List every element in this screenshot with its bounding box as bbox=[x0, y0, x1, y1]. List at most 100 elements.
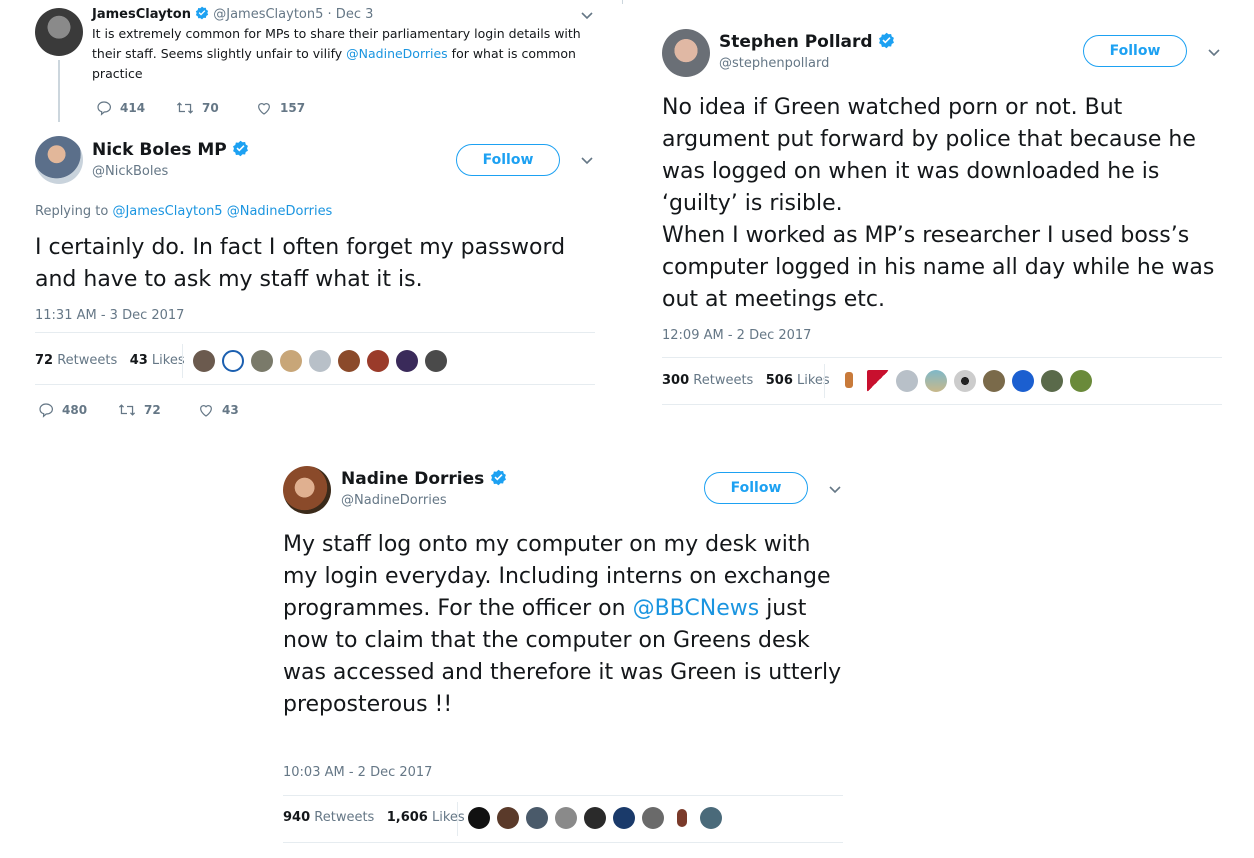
tweet-timestamp[interactable]: 10:03 AM - 2 Dec 2017 bbox=[283, 765, 432, 780]
author-name[interactable]: Nick Boles MP bbox=[92, 140, 227, 160]
parent-retweet-action[interactable]: 70 bbox=[176, 100, 219, 116]
avatar[interactable] bbox=[613, 807, 635, 829]
reply-icon bbox=[97, 101, 112, 116]
avatar[interactable] bbox=[193, 350, 215, 372]
divider bbox=[662, 357, 1222, 358]
divider bbox=[182, 344, 183, 378]
divider bbox=[457, 802, 458, 836]
avatar[interactable] bbox=[468, 807, 490, 829]
avatar[interactable] bbox=[555, 807, 577, 829]
avatar[interactable] bbox=[1041, 370, 1063, 392]
avatar[interactable] bbox=[867, 370, 889, 392]
divider bbox=[35, 332, 595, 333]
verified-badge-icon bbox=[233, 140, 249, 157]
author-header: Stephen Pollard bbox=[719, 32, 895, 52]
author-handle[interactable]: @stephenpollard bbox=[719, 56, 829, 71]
likers-avatars bbox=[468, 807, 728, 831]
divider bbox=[283, 795, 843, 796]
divider bbox=[824, 364, 825, 398]
chevron-down-icon[interactable] bbox=[1207, 47, 1221, 57]
avatar[interactable] bbox=[642, 807, 664, 829]
like-icon bbox=[200, 405, 212, 417]
tweet-text: I certainly do. In fact I often forget m… bbox=[35, 235, 566, 292]
replying-to: Replying to @JamesClayton5 @NadineDorrie… bbox=[35, 204, 333, 219]
avatar[interactable] bbox=[338, 350, 360, 372]
retweet-action[interactable]: 72 bbox=[118, 402, 161, 418]
verified-badge-icon bbox=[195, 6, 209, 20]
avatar-stephen-pollard[interactable] bbox=[662, 29, 710, 77]
divider bbox=[35, 384, 595, 385]
tweet-timestamp[interactable]: 12:09 AM - 2 Dec 2017 bbox=[662, 328, 811, 343]
avatar[interactable] bbox=[584, 807, 606, 829]
retweets-stat[interactable]: 940 Retweets bbox=[283, 810, 374, 825]
likes-stat[interactable]: 506 Likes bbox=[766, 373, 830, 388]
tweet-stats: 300 Retweets 506 Likes bbox=[662, 373, 830, 388]
parent-author-handle[interactable]: @JamesClayton5 bbox=[213, 7, 323, 22]
avatar-nick-boles[interactable] bbox=[35, 136, 83, 184]
avatar[interactable] bbox=[925, 370, 947, 392]
avatar[interactable] bbox=[280, 350, 302, 372]
avatar[interactable] bbox=[954, 370, 976, 392]
avatar-nadine-dorries[interactable] bbox=[283, 466, 331, 514]
avatar[interactable] bbox=[1070, 370, 1092, 392]
replying-mention-link[interactable]: @NadineDorries bbox=[227, 204, 333, 219]
tweet-stats: 72 Retweets 43 Likes bbox=[35, 353, 185, 368]
likers-avatars bbox=[838, 370, 1098, 394]
author-header: Nadine Dorries bbox=[341, 469, 507, 489]
retweets-stat[interactable]: 72 Retweets bbox=[35, 353, 117, 368]
likes-stat[interactable]: 1,606 Likes bbox=[387, 810, 465, 825]
replying-mention-link[interactable]: @JamesClayton5 bbox=[112, 204, 222, 219]
parent-like-action[interactable]: 157 bbox=[256, 100, 305, 116]
avatar[interactable] bbox=[396, 350, 418, 372]
verified-badge-icon bbox=[879, 32, 894, 49]
avatar[interactable] bbox=[309, 350, 331, 372]
tweet-timestamp[interactable]: 11:31 AM - 3 Dec 2017 bbox=[35, 308, 184, 323]
author-handle[interactable]: @NadineDorries bbox=[341, 493, 447, 508]
avatar[interactable] bbox=[367, 350, 389, 372]
parent-date[interactable]: · Dec 3 bbox=[328, 7, 374, 22]
reply-icon bbox=[39, 403, 54, 418]
avatar[interactable] bbox=[896, 370, 918, 392]
retweets-stat[interactable]: 300 Retweets bbox=[662, 373, 753, 388]
tweet-text: My staff log onto my computer on my desk… bbox=[283, 532, 842, 717]
parent-author-name[interactable]: JamesClayton bbox=[92, 7, 191, 22]
avatar[interactable] bbox=[983, 370, 1005, 392]
avatar[interactable] bbox=[700, 807, 722, 829]
avatar[interactable] bbox=[1012, 370, 1034, 392]
follow-button[interactable]: Follow bbox=[704, 472, 808, 504]
avatar[interactable] bbox=[526, 807, 548, 829]
chevron-down-icon[interactable] bbox=[580, 155, 594, 165]
mention-link[interactable]: @BBCNews bbox=[633, 596, 760, 621]
avatar[interactable] bbox=[222, 350, 244, 372]
divider bbox=[662, 404, 1222, 405]
avatar[interactable] bbox=[251, 350, 273, 372]
author-name[interactable]: Nadine Dorries bbox=[341, 469, 484, 489]
retweet-icon bbox=[118, 404, 136, 416]
divider bbox=[622, 0, 623, 4]
parent-tweet-text: It is extremely common for MPs to share … bbox=[92, 26, 581, 81]
avatar[interactable] bbox=[671, 807, 693, 829]
author-handle[interactable]: @NickBoles bbox=[92, 164, 168, 179]
like-action[interactable]: 43 bbox=[198, 402, 239, 418]
verified-badge-icon bbox=[490, 469, 506, 486]
reply-action[interactable]: 480 bbox=[38, 402, 87, 418]
follow-button[interactable]: Follow bbox=[456, 144, 560, 176]
parent-reply-action[interactable]: 414 bbox=[96, 100, 145, 116]
mention-link[interactable]: @NadineDorries bbox=[346, 46, 448, 61]
avatar-james-clayton[interactable] bbox=[35, 8, 83, 56]
retweet-icon bbox=[176, 102, 194, 114]
tweet-stats: 940 Retweets 1,606 Likes bbox=[283, 810, 465, 825]
likers-avatars bbox=[193, 350, 453, 374]
avatar[interactable] bbox=[838, 370, 860, 392]
follow-button[interactable]: Follow bbox=[1083, 35, 1187, 67]
chevron-down-icon[interactable] bbox=[828, 484, 842, 494]
parent-header: JamesClayton @JamesClayton5 · Dec 3 bbox=[92, 6, 373, 23]
author-name[interactable]: Stephen Pollard bbox=[719, 32, 873, 52]
chevron-down-icon[interactable] bbox=[580, 10, 594, 20]
tweet-text: No idea if Green watched porn or not. Bu… bbox=[662, 95, 1215, 312]
author-header: Nick Boles MP bbox=[92, 140, 249, 160]
likes-stat[interactable]: 43 Likes bbox=[130, 353, 185, 368]
avatar[interactable] bbox=[425, 350, 447, 372]
thread-line bbox=[58, 60, 60, 122]
avatar[interactable] bbox=[497, 807, 519, 829]
